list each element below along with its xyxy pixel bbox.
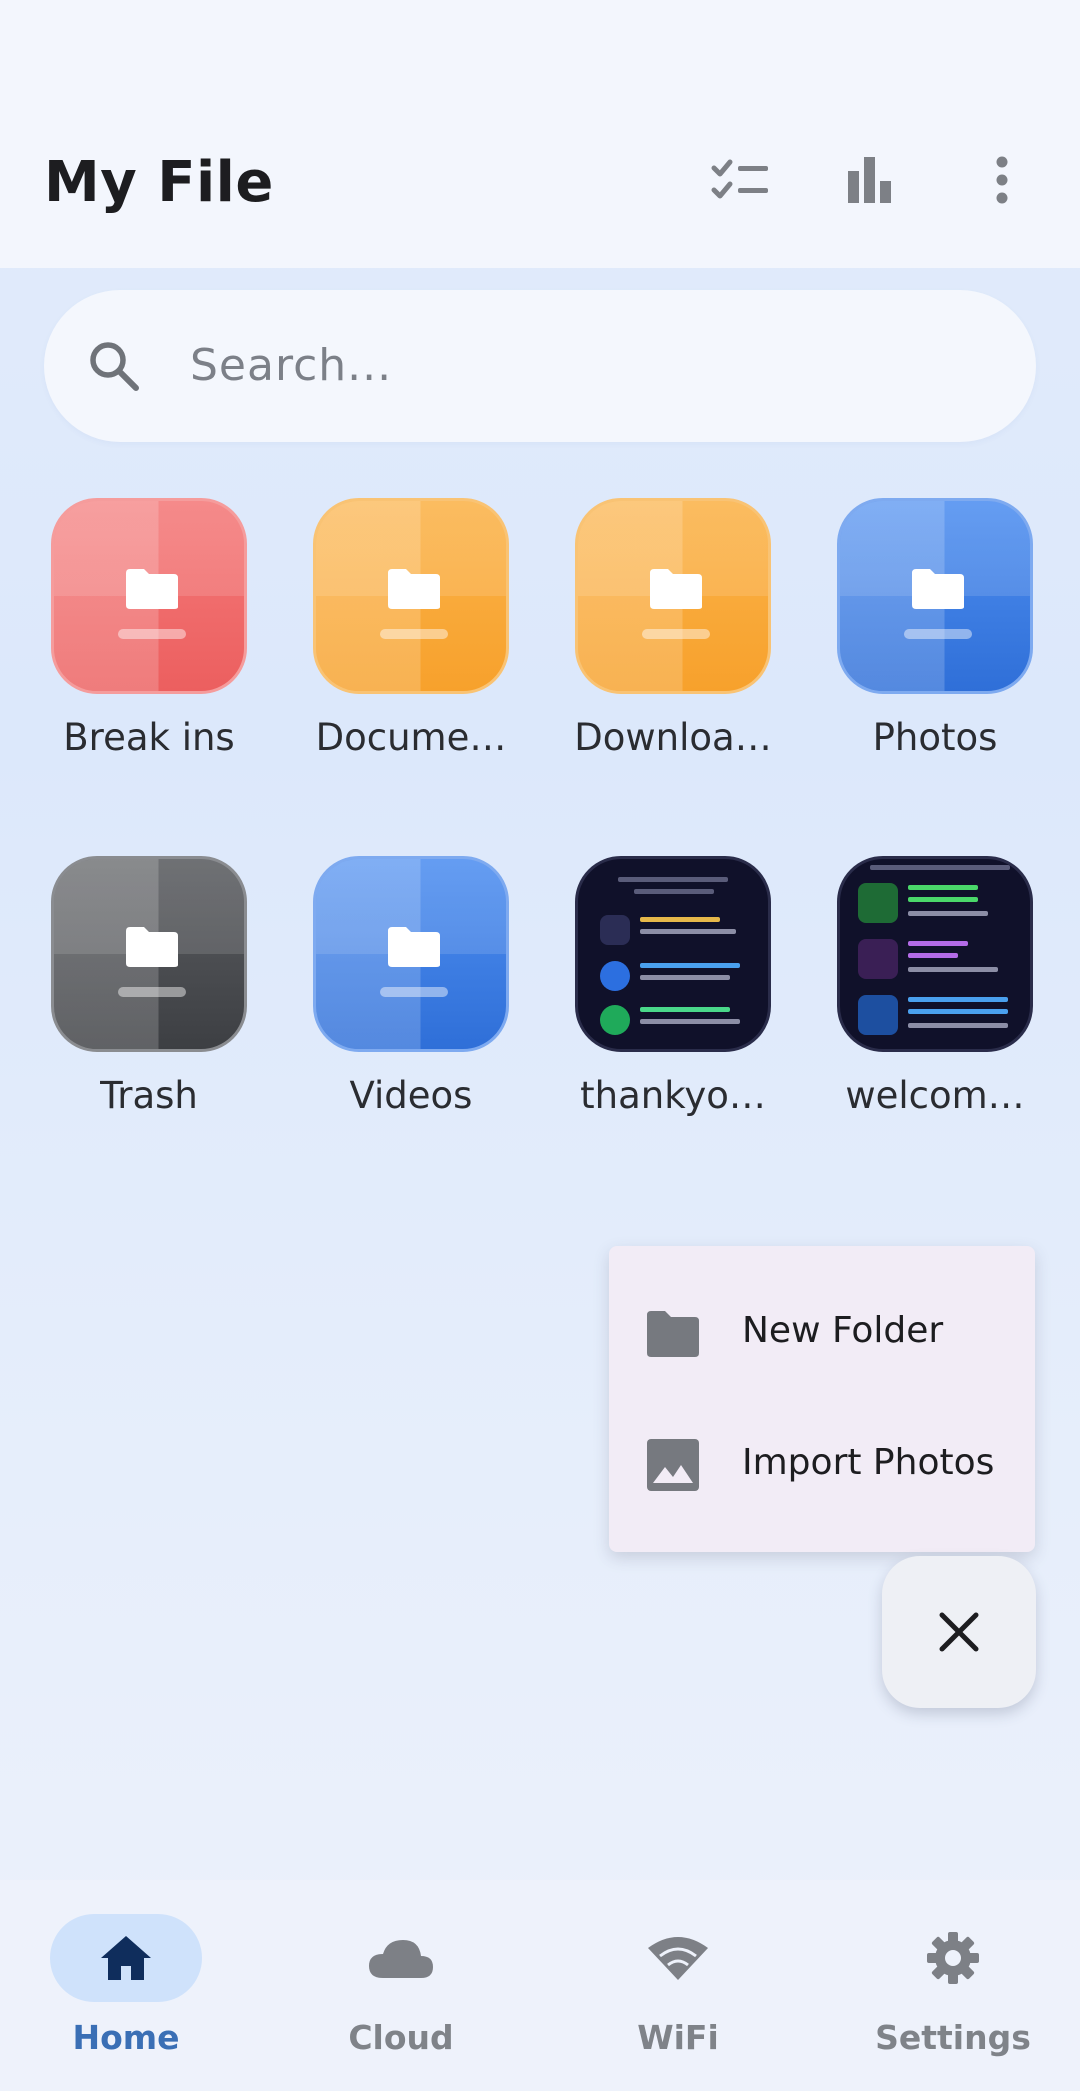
folder-tile[interactable]: Break ins	[51, 498, 247, 759]
more-options-button[interactable]	[962, 140, 1042, 220]
image-thumbnail	[575, 856, 771, 1052]
search-input[interactable]: Search...	[190, 340, 392, 391]
wifi-icon	[648, 1937, 708, 1980]
nav-label: Cloud	[348, 2018, 454, 2057]
image-icon	[647, 1439, 699, 1491]
image-tile[interactable]: welcom…	[837, 856, 1033, 1117]
folder-icon	[837, 498, 1033, 694]
folder-tile[interactable]: Trash	[51, 856, 247, 1117]
select-list-button[interactable]	[700, 140, 780, 220]
folder-label: Downloa…	[574, 716, 772, 759]
search-icon	[90, 342, 139, 391]
bottom-navigation: Home Cloud WiFi Settings	[0, 1880, 1080, 2091]
file-label: thankyo…	[580, 1074, 766, 1117]
folder-icon	[575, 498, 771, 694]
menu-item-import-photos[interactable]: Import Photos	[609, 1400, 1035, 1530]
folder-label: Photos	[872, 716, 998, 759]
folder-tile[interactable]: Docume…	[313, 498, 509, 759]
folder-icon	[313, 498, 509, 694]
folder-tile[interactable]: Photos	[837, 498, 1033, 759]
menu-label: New Folder	[742, 1310, 944, 1351]
close-icon	[939, 1612, 979, 1652]
image-thumbnail	[837, 856, 1033, 1052]
stats-button[interactable]	[830, 140, 910, 220]
nav-label: Home	[72, 2018, 180, 2057]
image-tile[interactable]: thankyo…	[575, 856, 771, 1117]
bar-chart-icon	[848, 157, 891, 203]
nav-item-settings[interactable]: Settings	[852, 1914, 1072, 2074]
active-indicator	[50, 1914, 202, 2002]
gear-icon	[927, 1932, 979, 1984]
folder-tile[interactable]: Downloa…	[574, 498, 772, 759]
nav-item-wifi[interactable]: WiFi	[577, 1914, 797, 2074]
folder-icon	[51, 856, 247, 1052]
file-label: welcom…	[845, 1074, 1025, 1117]
add-menu: New Folder Import Photos	[609, 1246, 1035, 1552]
folder-icon	[313, 856, 509, 1052]
search-bar[interactable]: Search...	[44, 290, 1036, 442]
home-icon	[101, 1936, 151, 1980]
select-list-icon	[711, 159, 768, 199]
folder-label: Trash	[100, 1074, 198, 1117]
cloud-icon	[369, 1940, 433, 1978]
menu-label: Import Photos	[742, 1442, 995, 1483]
folder-label: Break ins	[63, 716, 235, 759]
nav-label: WiFi	[637, 2018, 719, 2057]
nav-icon-wrap	[877, 1914, 1029, 2002]
folder-tile[interactable]: Videos	[313, 856, 509, 1117]
close-fab[interactable]	[882, 1556, 1036, 1708]
top-app-bar: My File	[0, 0, 1080, 268]
nav-icon-wrap	[602, 1914, 754, 2002]
nav-item-home[interactable]: Home	[25, 1914, 245, 2074]
folder-icon	[647, 1311, 699, 1357]
menu-item-new-folder[interactable]: New Folder	[609, 1268, 1035, 1398]
nav-icon-wrap	[325, 1914, 477, 2002]
page-title: My File	[44, 150, 274, 215]
folder-icon	[51, 498, 247, 694]
folder-label: Docume…	[315, 716, 507, 759]
nav-label: Settings	[875, 2018, 1031, 2057]
folder-label: Videos	[349, 1074, 473, 1117]
nav-item-cloud[interactable]: Cloud	[300, 1914, 520, 2074]
more-vert-icon	[996, 156, 1008, 204]
